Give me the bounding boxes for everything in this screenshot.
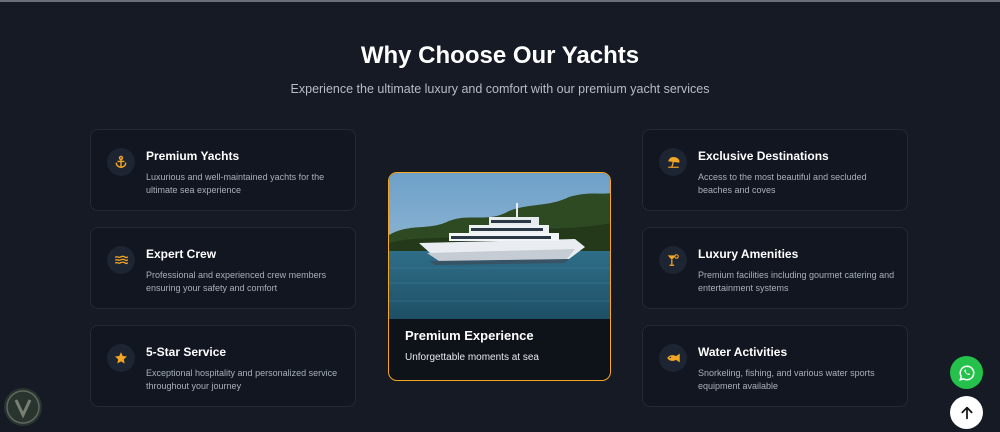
feature-description: Access to the most beautiful and seclude… xyxy=(698,172,867,195)
anchor-icon xyxy=(107,148,135,176)
section-title: Why Choose Our Yachts xyxy=(360,42,640,69)
premium-experience-card: Premium Experience Unforgettable moments… xyxy=(388,172,611,381)
feature-card-exclusive-destinations: Exclusive Destinations Access to the mos… xyxy=(642,129,908,211)
section-subtitle: Experience the ultimate luxury and comfo… xyxy=(290,82,710,96)
whatsapp-icon xyxy=(958,364,974,381)
feature-card-water-activities: Water Activities Snorkeling, fishing, an… xyxy=(642,325,908,407)
arrow-up-icon xyxy=(960,406,973,419)
feature-card-5-star-service: 5-Star Service Exceptional hospitality a… xyxy=(90,325,356,407)
site-badge-logo xyxy=(4,388,42,426)
feature-description: Luxurious and well-maintained yachts for… xyxy=(146,172,325,195)
feature-title: Exclusive Destinations xyxy=(698,149,829,163)
highlight-title: Premium Experience xyxy=(405,328,534,343)
feature-title: Premium Yachts xyxy=(146,149,240,163)
yacht-image xyxy=(389,173,610,319)
top-divider xyxy=(0,0,1000,2)
feature-card-premium-yachts: Premium Yachts Luxurious and well-mainta… xyxy=(90,129,356,211)
feature-description: Professional and experienced crew member… xyxy=(146,270,327,293)
feature-card-expert-crew: Expert Crew Professional and experienced… xyxy=(90,227,356,309)
feature-title: Luxury Amenities xyxy=(698,247,799,261)
waves-icon xyxy=(107,246,135,274)
highlight-subtitle: Unforgettable moments at sea xyxy=(405,352,539,363)
feature-title: Water Activities xyxy=(698,345,788,359)
whatsapp-button[interactable] xyxy=(950,356,983,389)
star-icon xyxy=(107,344,135,372)
feature-description: Premium facilities including gourmet cat… xyxy=(698,270,895,293)
cocktail-icon xyxy=(659,246,687,274)
feature-description: Exceptional hospitality and personalized… xyxy=(146,368,338,391)
feature-card-luxury-amenities: Luxury Amenities Premium facilities incl… xyxy=(642,227,908,309)
scroll-to-top-button[interactable] xyxy=(950,396,983,429)
feature-description: Snorkeling, fishing, and various water s… xyxy=(698,368,875,391)
feature-title: 5-Star Service xyxy=(146,345,227,359)
fish-icon xyxy=(659,344,687,372)
umbrella-beach-icon xyxy=(659,148,687,176)
feature-title: Expert Crew xyxy=(146,247,217,261)
